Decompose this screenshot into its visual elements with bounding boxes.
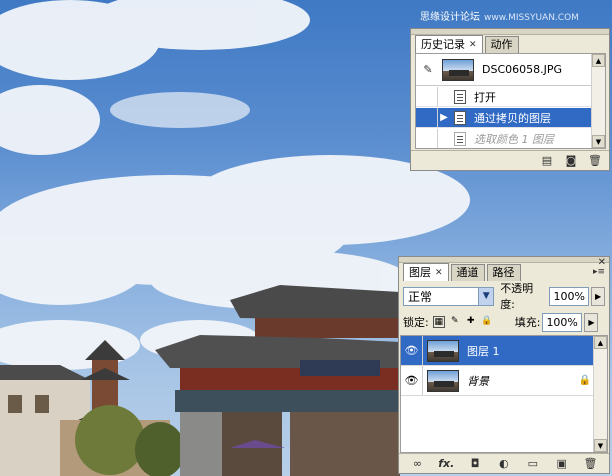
- tab-history[interactable]: 历史记录 ✕: [415, 35, 483, 53]
- new-group-icon[interactable]: ▭: [523, 457, 543, 471]
- history-step-faded[interactable]: 选取颜色 1 图层: [416, 129, 605, 148]
- lock-label: 锁定:: [403, 316, 429, 329]
- history-source-checkbox[interactable]: [420, 87, 438, 106]
- tab-layers[interactable]: 图层 ✕: [403, 263, 449, 281]
- history-scrollbar[interactable]: ▲ ▼: [591, 54, 605, 148]
- lock-position-icon[interactable]: ✚: [465, 316, 477, 328]
- history-step-label: 选取颜色 1 图层: [474, 132, 554, 146]
- layers-tabbar: 图层 ✕ 通道 路径: [403, 263, 523, 281]
- history-step[interactable]: 打开: [416, 87, 605, 107]
- watermark: 思缘设计论坛 www.MISSYUAN.COM: [420, 8, 579, 23]
- history-footer: ▤ ◙ 🗑: [411, 150, 609, 170]
- history-step-label: 打开: [474, 90, 496, 104]
- history-step-icon: [454, 89, 466, 104]
- layer-row-background[interactable]: 👁 背景 🔒: [401, 366, 607, 396]
- layer-thumbnail: [427, 339, 459, 362]
- delete-layer-icon[interactable]: 🗑: [580, 457, 600, 471]
- chevron-down-icon[interactable]: ▼: [478, 287, 494, 305]
- scroll-down-icon[interactable]: ▼: [594, 439, 607, 452]
- history-step-label: 通过拷贝的图层: [474, 111, 551, 125]
- history-step-selected[interactable]: ▶ 通过拷贝的图层: [416, 108, 605, 128]
- layer-name: 背景: [467, 374, 489, 388]
- history-state-arrow-icon[interactable]: ▶: [438, 112, 450, 123]
- blend-mode-value: 正常: [408, 289, 433, 304]
- blend-opacity-row: 正常 ▼ 不透明度: 100% ▶: [403, 282, 606, 311]
- close-tab-icon[interactable]: ✕: [469, 37, 477, 53]
- tab-channels-label: 通道: [456, 266, 479, 279]
- watermark-site: www.MISSYUAN.COM: [484, 13, 579, 23]
- scroll-up-icon[interactable]: ▲: [592, 54, 605, 67]
- adjustment-layer-icon[interactable]: ◐: [494, 457, 514, 471]
- scroll-down-icon[interactable]: ▼: [592, 135, 605, 148]
- layer-style-icon[interactable]: fx.: [436, 457, 456, 471]
- snapshot-name: DSC06058.JPG: [482, 63, 563, 76]
- lock-transparency-icon[interactable]: ▦: [432, 316, 445, 328]
- lock-icon: 🔒: [578, 375, 591, 386]
- layer-row-selected[interactable]: 👁 图层 1: [401, 336, 607, 366]
- layers-footer: ∞ fx. ◘ ◐ ▭ ▣ 🗑: [399, 453, 609, 473]
- tab-channels[interactable]: 通道: [450, 264, 485, 281]
- history-snapshot-row[interactable]: ✎ DSC06058.JPG: [416, 54, 605, 86]
- layers-scrollbar[interactable]: ▲ ▼: [593, 336, 607, 452]
- tab-paths-label: 路径: [492, 266, 515, 279]
- watermark-text: 思缘设计论坛: [420, 12, 480, 23]
- fill-input[interactable]: 100%: [542, 312, 583, 332]
- history-source-checkbox[interactable]: [420, 108, 438, 127]
- visibility-eye-icon[interactable]: 👁: [401, 336, 423, 365]
- tab-actions[interactable]: 动作: [484, 36, 519, 53]
- layers-panel: ✕ ▸≡ 图层 ✕ 通道 路径 正常 ▼ 不透明度: 100% ▶ 锁定: ▦ …: [398, 256, 610, 474]
- layers-list: 👁 图层 1 👁 背景 🔒 ▲ ▼: [400, 335, 608, 453]
- blend-mode-select[interactable]: 正常 ▼: [403, 286, 495, 306]
- scroll-up-icon[interactable]: ▲: [594, 336, 607, 349]
- layer-thumbnail: [427, 369, 459, 392]
- snapshot-brush-icon: ✎: [423, 63, 433, 76]
- lock-fill-row: 锁定: ▦ ✎ ✚ 🔒 填充: 100% ▶: [403, 311, 605, 333]
- new-document-from-state-icon[interactable]: ▤: [537, 154, 557, 168]
- tab-history-label: 历史记录: [421, 37, 465, 51]
- new-layer-icon[interactable]: ▣: [552, 457, 572, 471]
- tab-layers-label: 图层: [409, 265, 431, 279]
- tab-actions-label: 动作: [490, 38, 513, 51]
- history-step-icon: [454, 110, 466, 125]
- opacity-label: 不透明度:: [500, 282, 534, 311]
- opacity-input[interactable]: 100%: [549, 286, 590, 306]
- history-source-checkbox[interactable]: [420, 129, 438, 148]
- delete-state-icon[interactable]: 🗑: [585, 154, 605, 168]
- fill-slider-button[interactable]: ▶: [584, 312, 599, 332]
- opacity-slider-button[interactable]: ▶: [591, 286, 606, 306]
- history-list: ✎ DSC06058.JPG 打开 ▶ 通过拷贝的图层 选取颜色 1 图层 ▲ …: [415, 53, 606, 149]
- link-layers-icon[interactable]: ∞: [407, 457, 427, 471]
- history-panel: 历史记录 ✕ 动作 ✎ DSC06058.JPG 打开 ▶ 通过拷贝的图层 选取…: [410, 28, 610, 171]
- history-tabbar: 历史记录 ✕ 动作: [415, 35, 521, 53]
- snapshot-thumbnail: [442, 58, 474, 81]
- close-tab-icon[interactable]: ✕: [435, 265, 443, 281]
- lock-image-icon[interactable]: ✎: [449, 316, 461, 328]
- new-snapshot-icon[interactable]: ◙: [561, 154, 581, 168]
- layer-name: 图层 1: [467, 344, 500, 358]
- tab-paths[interactable]: 路径: [486, 264, 521, 281]
- lock-all-icon[interactable]: 🔒: [481, 316, 493, 328]
- fill-label: 填充:: [514, 316, 541, 329]
- panel-menu-icon[interactable]: ▸≡: [593, 267, 605, 277]
- visibility-eye-icon[interactable]: 👁: [401, 366, 423, 395]
- layer-mask-icon[interactable]: ◘: [465, 457, 485, 471]
- history-step-icon: [454, 131, 466, 146]
